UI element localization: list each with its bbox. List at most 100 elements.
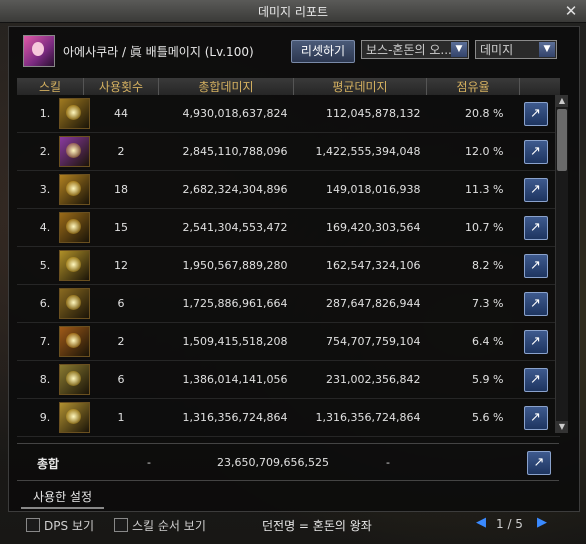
- use-count: 18: [83, 170, 159, 209]
- share-icon: ↗: [530, 371, 541, 387]
- total-row: 총합 - 23,650,709,656,525 - ↗: [17, 443, 559, 481]
- skill-order-checkbox[interactable]: [114, 518, 128, 532]
- damage-share: 6.4 %: [426, 322, 520, 361]
- use-count: 2: [83, 132, 159, 171]
- share-button[interactable]: ↗: [523, 139, 548, 164]
- skill-cell: [50, 132, 91, 171]
- total-damage: 2,682,324,304,896: [158, 170, 294, 209]
- avg-damage: 231,002,356,842: [293, 360, 427, 399]
- skill-cell: [50, 95, 91, 133]
- share-button[interactable]: ↗: [523, 367, 548, 392]
- use-count: 6: [83, 284, 159, 323]
- total-damage: 4,930,018,637,824: [158, 95, 294, 133]
- avg-damage: 754,707,759,104: [293, 322, 427, 361]
- share-icon: ↗: [533, 455, 545, 470]
- row-index: 4.: [17, 208, 51, 247]
- damage-share: 11.3 %: [426, 170, 520, 209]
- prev-page-icon[interactable]: ◀: [476, 515, 486, 530]
- share-button[interactable]: ↗: [523, 329, 548, 354]
- table-row: 7. 2 1,509,415,518,208 754,707,759,104 6.4 %…: [17, 322, 560, 361]
- col-count: 사용횟수: [83, 78, 159, 95]
- total-damage: 2,845,110,788,096: [158, 132, 294, 171]
- damage-share: 12.0 %: [426, 132, 520, 171]
- use-count: 15: [83, 208, 159, 247]
- chevron-down-icon[interactable]: ▼: [451, 42, 467, 57]
- reset-button[interactable]: 리셋하기: [291, 40, 355, 63]
- use-count: 12: [83, 246, 159, 285]
- table-row: 2. 2 2,845,110,788,096 1,422,555,394,048 12.…: [17, 132, 560, 171]
- table-header-row: 스킬 사용횟수 총합데미지 평균데미지 점유율: [17, 78, 560, 95]
- skill-damage-table: 스킬 사용횟수 총합데미지 평균데미지 점유율 1. 44 4,930,018,63…: [17, 78, 560, 437]
- total-avg: -: [386, 456, 390, 469]
- share-button[interactable]: ↗: [523, 405, 548, 430]
- dungeon-name: 던전명 = 혼돈의 왕좌: [262, 519, 372, 533]
- damage-share: 7.3 %: [426, 284, 520, 323]
- share-cell: ↗: [519, 246, 560, 285]
- footer-bar: DPS 보기 스킬 순서 보기 던전명 = 혼돈의 왕좌 ◀ 1 / 5 ▶: [0, 512, 586, 544]
- close-button[interactable]: ✕: [562, 2, 580, 20]
- damage-share: 5.9 %: [426, 360, 520, 399]
- chevron-down-icon[interactable]: ▼: [539, 42, 555, 57]
- avg-damage: 112,045,878,132: [293, 95, 427, 133]
- metric-select[interactable]: 데미지 ▼: [475, 40, 557, 59]
- boss-select[interactable]: 보스-혼돈의 오... ▼: [361, 40, 469, 59]
- total-damage: 23,650,709,656,525: [217, 456, 329, 469]
- damage-share: 10.7 %: [426, 208, 520, 247]
- total-label: 총합: [37, 457, 60, 471]
- use-count: 44: [83, 95, 159, 133]
- share-cell: ↗: [519, 284, 560, 323]
- share-button[interactable]: ↗: [523, 253, 548, 278]
- avg-damage: 1,316,356,724,864: [293, 398, 427, 437]
- use-count: 6: [83, 360, 159, 399]
- skill-icon: [59, 174, 91, 205]
- table-row: 3. 18 2,682,324,304,896 149,018,016,938 11.3…: [17, 170, 560, 209]
- skill-icon: [59, 326, 91, 357]
- damage-share: 8.2 %: [426, 246, 520, 285]
- skill-cell: [50, 360, 91, 399]
- dps-checkbox[interactable]: [26, 518, 40, 532]
- dps-checkbox-label: DPS 보기: [44, 519, 94, 533]
- share-button[interactable]: ↗: [523, 101, 548, 126]
- table-row: 1. 44 4,930,018,637,824 112,045,878,132 20.8…: [17, 95, 560, 133]
- share-button[interactable]: ↗: [527, 451, 551, 475]
- tab-used-settings[interactable]: 사용한 설정: [21, 487, 105, 509]
- skill-cell: [50, 284, 91, 323]
- skill-order-checkbox-label: 스킬 순서 보기: [132, 519, 206, 533]
- share-cell: ↗: [519, 132, 560, 171]
- skill-cell: [50, 246, 91, 285]
- skill-icon: [59, 212, 91, 243]
- use-count: 1: [83, 398, 159, 437]
- share-cell: ↗: [519, 398, 560, 437]
- share-icon: ↗: [530, 409, 541, 425]
- share-button[interactable]: ↗: [523, 177, 548, 202]
- avg-damage: 169,420,303,564: [293, 208, 427, 247]
- share-cell: ↗: [519, 95, 560, 133]
- next-page-icon[interactable]: ▶: [537, 515, 547, 530]
- share-button[interactable]: ↗: [523, 215, 548, 240]
- table-row: 4. 15 2,541,304,553,472 169,420,303,564 10.7…: [17, 208, 560, 247]
- row-index: 9.: [17, 398, 51, 437]
- scroll-down-icon[interactable]: ▼: [556, 421, 568, 433]
- row-index: 2.: [17, 132, 51, 171]
- table-row: 5. 12 1,950,567,889,280 162,547,324,106 8.2 …: [17, 246, 560, 285]
- table-row: 8. 6 1,386,014,141,056 231,002,356,842 5.9 %…: [17, 360, 560, 399]
- share-icon: ↗: [530, 143, 541, 159]
- scroll-thumb[interactable]: [557, 109, 567, 171]
- row-index: 7.: [17, 322, 51, 361]
- share-button[interactable]: ↗: [523, 291, 548, 316]
- col-avg: 평균데미지: [293, 78, 427, 95]
- skill-cell: [50, 170, 91, 209]
- total-damage: 1,509,415,518,208: [158, 322, 294, 361]
- total-damage: 1,316,356,724,864: [158, 398, 294, 437]
- damage-share: 5.6 %: [426, 398, 520, 437]
- row-index: 6.: [17, 284, 51, 323]
- page-indicator: 1 / 5: [496, 517, 523, 531]
- table-scrollbar[interactable]: ▲ ▼: [555, 95, 568, 433]
- metric-select-value: 데미지: [480, 43, 514, 57]
- boss-select-value: 보스-혼돈의 오...: [366, 43, 452, 57]
- scroll-up-icon[interactable]: ▲: [556, 95, 568, 107]
- share-icon: ↗: [530, 257, 541, 273]
- share-icon: ↗: [530, 333, 541, 349]
- skill-cell: [50, 208, 91, 247]
- skill-icon: [59, 98, 91, 129]
